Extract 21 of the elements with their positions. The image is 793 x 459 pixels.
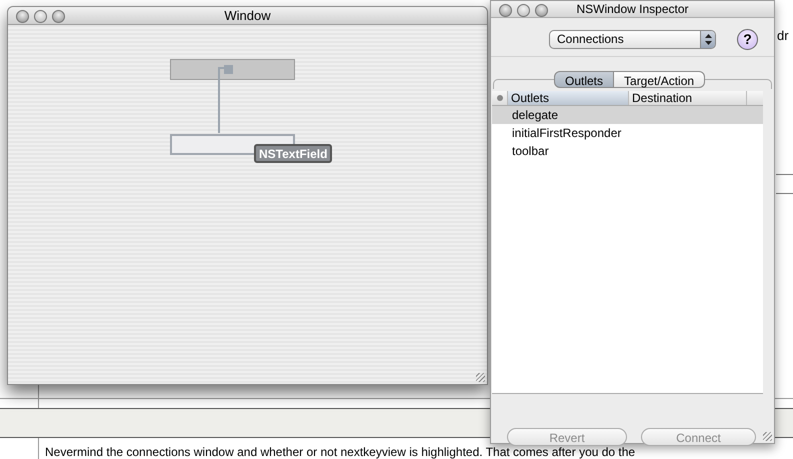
minimize-button[interactable] — [34, 10, 47, 23]
minimize-button[interactable] — [517, 4, 530, 17]
paragraph-text: Nevermind the connections window and whether or not nextkeyview is highlighted. That comes after you do the — [45, 445, 636, 459]
help-button[interactable]: ? — [737, 28, 758, 50]
outlet-row[interactable]: delegate — [492, 106, 763, 124]
resize-grip-icon[interactable] — [763, 432, 772, 441]
panel-title: NSWindow Inspector — [576, 1, 689, 18]
segment-tab[interactable]: Target/Action — [614, 71, 706, 88]
column-header[interactable]: Destination — [629, 91, 747, 105]
zoom-button[interactable] — [52, 10, 65, 23]
segment-tab[interactable]: Outlets — [554, 71, 614, 88]
class-label: NSTextField — [254, 144, 332, 163]
window-title: Window — [224, 6, 271, 25]
mode-popup[interactable]: Connections — [549, 30, 716, 48]
zoom-button[interactable] — [535, 4, 548, 17]
column-header[interactable]: Outlets — [508, 91, 629, 105]
paragraph-fragment: dr — [777, 27, 789, 45]
close-button[interactable] — [16, 10, 29, 23]
close-button[interactable] — [499, 4, 512, 17]
resize-grip-icon[interactable] — [476, 373, 485, 382]
stepper-icon — [700, 30, 715, 48]
